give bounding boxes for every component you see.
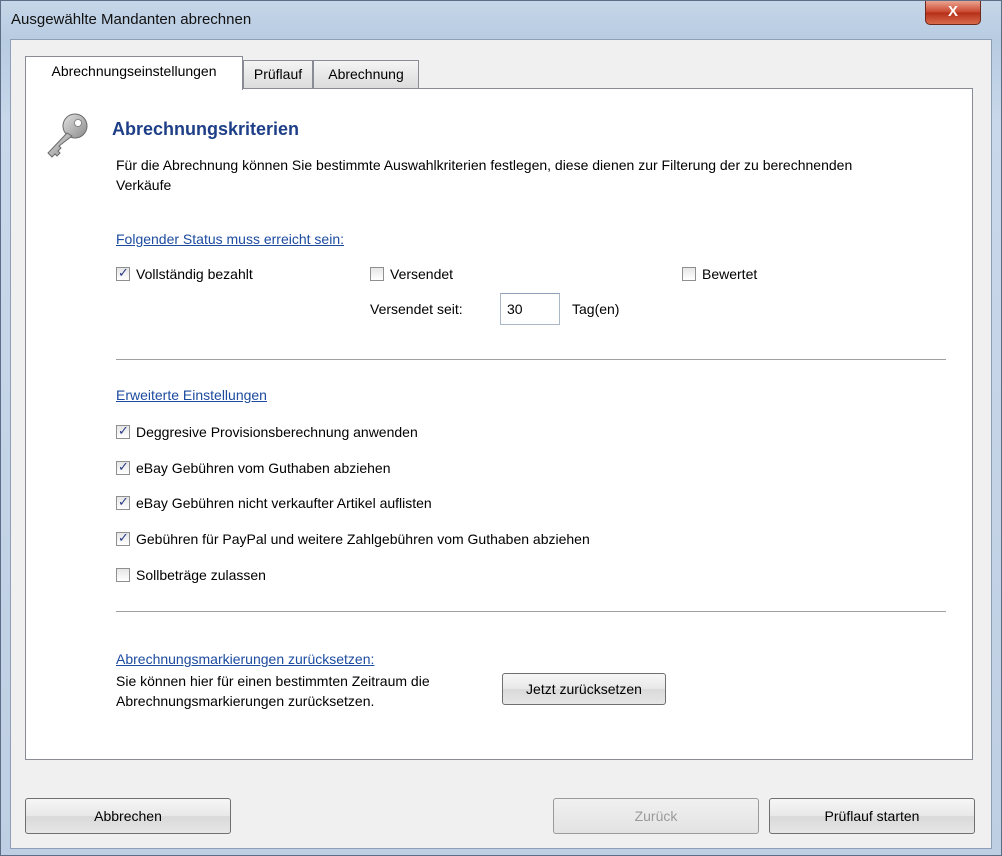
cancel-button[interactable]: Abbrechen (25, 798, 231, 834)
tab-panel-settings: Abrechnungskriterien Für die Abrechnung … (25, 88, 973, 760)
checkbox-unchecked-icon[interactable] (370, 267, 384, 281)
reset-description-line1: Sie können hier für einen bestimmten Zei… (116, 673, 430, 689)
tab-abrechnung[interactable]: Abrechnung (313, 60, 419, 88)
shipped-since-days-input[interactable]: 30 (500, 293, 560, 325)
tab-prueflauf[interactable]: Prüflauf (243, 60, 313, 88)
checkbox-label: Sollbeträge zulassen (136, 567, 266, 583)
checkbox-checked-icon[interactable] (116, 423, 130, 439)
dialog-client-area: Abrechnungseinstellungen Prüflauf Abrech… (10, 39, 992, 849)
reset-section-title: Abrechnungsmarkierungen zurücksetzen: (116, 651, 375, 667)
divider (116, 359, 946, 360)
checkbox-paypal-fees[interactable]: Gebühren für PayPal und weitere Zahlgebü… (116, 530, 590, 548)
checkbox-checked-icon[interactable] (116, 530, 130, 546)
checkbox-label: Deggresive Provisionsberechnung anwenden (136, 424, 418, 440)
dialog-window: Ausgewählte Mandanten abrechnen X Abrech… (0, 0, 1002, 856)
checkbox-label: Versendet (390, 266, 454, 282)
checkbox-unchecked-icon[interactable] (116, 568, 130, 582)
title-bar[interactable]: Ausgewählte Mandanten abrechnen X (1, 1, 1001, 39)
checkbox-ebay-fees-deduct[interactable]: eBay Gebühren vom Guthaben abziehen (116, 459, 391, 477)
checkbox-degressive-provision[interactable]: Deggresive Provisionsberechnung anwenden (116, 423, 418, 441)
checkbox-label: Vollständig bezahlt (136, 266, 253, 282)
checkbox-versendet[interactable]: Versendet (370, 265, 453, 283)
checkbox-checked-icon[interactable] (116, 265, 130, 281)
checkbox-sollbetraege[interactable]: Sollbeträge zulassen (116, 566, 266, 584)
key-icon (47, 113, 88, 158)
shipped-since-unit: Tag(en) (572, 301, 620, 317)
back-button[interactable]: Zurück (553, 798, 759, 834)
checkbox-label: eBay Gebühren vom Guthaben abziehen (136, 460, 391, 476)
checkbox-label: Gebühren für PayPal und weitere Zahlgebü… (136, 531, 590, 547)
reset-description-line2: Abrechnungsmarkierungen zurücksetzen. (116, 693, 375, 709)
description-text: Für die Abrechnung können Sie bestimmte … (116, 157, 853, 193)
start-test-run-button[interactable]: Prüflauf starten (769, 798, 975, 834)
checkbox-label: eBay Gebühren nicht verkaufter Artikel a… (136, 495, 432, 511)
window-title: Ausgewählte Mandanten abrechnen (11, 11, 252, 28)
checkbox-checked-icon[interactable] (116, 494, 130, 510)
checkbox-checked-icon[interactable] (116, 459, 130, 475)
shipped-since-label: Versendet seit: (370, 301, 463, 317)
checkbox-bewertet[interactable]: Bewertet (682, 265, 757, 283)
close-button[interactable]: X (925, 1, 981, 25)
checkbox-vollstaendig-bezahlt[interactable]: Vollständig bezahlt (116, 265, 253, 283)
checkbox-label: Bewertet (702, 266, 758, 282)
checkbox-unchecked-icon[interactable] (682, 267, 696, 281)
checkbox-ebay-fees-unsold[interactable]: eBay Gebühren nicht verkaufter Artikel a… (116, 494, 432, 512)
status-section-title: Folgender Status muss erreicht sein: (116, 231, 344, 247)
divider (116, 611, 946, 612)
tab-abrechnungseinstellungen[interactable]: Abrechnungseinstellungen (25, 56, 243, 90)
advanced-section-title: Erweiterte Einstellungen (116, 387, 267, 403)
section-heading: Abrechnungskriterien (112, 119, 300, 139)
close-icon: X (947, 3, 958, 20)
reset-now-button[interactable]: Jetzt zurücksetzen (502, 673, 666, 705)
